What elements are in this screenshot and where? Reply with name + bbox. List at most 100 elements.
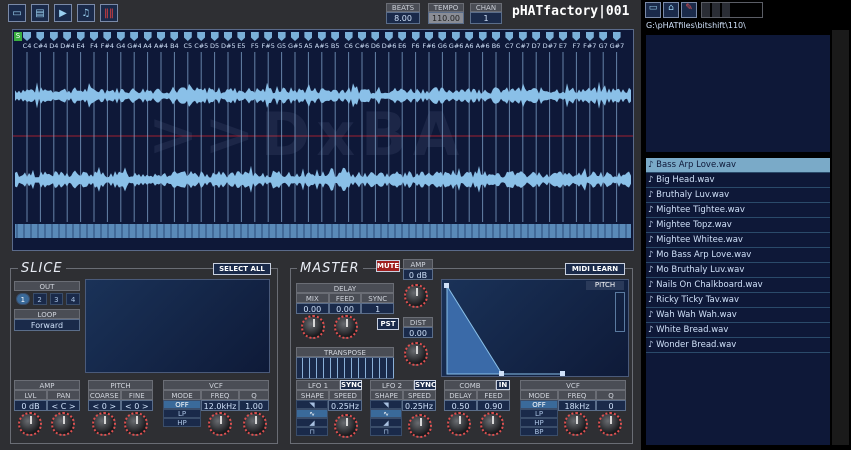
slice-marker[interactable] (451, 32, 460, 41)
master-mode-lp[interactable]: LP (520, 409, 558, 418)
slice-marker[interactable] (411, 32, 420, 41)
master-mode-bp[interactable]: BP (520, 427, 558, 436)
lfo1-shape-ramp[interactable]: ◥ (296, 400, 328, 409)
slice-marker[interactable] (358, 32, 366, 41)
browse-folder-button[interactable]: ▭ (645, 2, 661, 18)
lfo2-shape-ramp[interactable]: ◥ (370, 400, 402, 409)
out-option-4[interactable]: 4 (66, 293, 80, 305)
slice-marker[interactable] (36, 32, 45, 41)
chan-display[interactable]: CHAN 1 (470, 3, 502, 25)
slice-marker[interactable] (465, 32, 474, 41)
file-item[interactable]: ♪ White Bread.wav (646, 323, 830, 338)
slice-marker[interactable] (170, 32, 179, 41)
lfo1-shape-sine[interactable]: ∿ (296, 409, 328, 418)
midi-export-button[interactable]: ♫ (77, 4, 95, 22)
file-item[interactable]: ♪ Mightee Tightee.wav (646, 203, 830, 218)
slice-marker[interactable] (23, 32, 31, 41)
folder-list[interactable] (646, 35, 830, 152)
slice-marker[interactable] (143, 32, 152, 41)
tempo-value[interactable]: 110.00 (428, 12, 464, 24)
slice-marker[interactable] (277, 32, 286, 41)
chan-value[interactable]: 1 (470, 12, 502, 24)
slice-marker[interactable] (478, 32, 487, 41)
slice-marker[interactable] (559, 32, 567, 41)
lfo1-speed-knob[interactable] (334, 414, 358, 438)
comb-in-button[interactable]: IN (496, 380, 510, 390)
slice-marker[interactable] (224, 32, 232, 41)
lfo1-shape-saw[interactable]: ◢ (296, 418, 328, 427)
lfo2-sync-button[interactable]: SYNC (414, 380, 436, 390)
slice-marker[interactable] (210, 32, 219, 41)
current-path[interactable]: G:\pHATfiles\bitshift\110\ (646, 21, 830, 30)
slice-marker[interactable] (505, 32, 514, 41)
slice-marker[interactable] (291, 32, 299, 41)
lfo2-speed-knob[interactable] (408, 414, 432, 438)
beats-display[interactable]: BEATS 8.00 (386, 3, 420, 25)
save-button[interactable]: ▤ (31, 4, 49, 22)
file-item[interactable]: ♪ Big Head.wav (646, 173, 830, 188)
lfo2-shape-square[interactable]: ⊓ (370, 427, 402, 436)
slice-mode-off[interactable]: OFF (163, 400, 201, 409)
delay-feed-knob[interactable] (334, 315, 358, 339)
slice-marker[interactable] (425, 32, 433, 41)
volume-meter[interactable] (701, 2, 763, 18)
lfo2-shape-saw[interactable]: ◢ (370, 418, 402, 427)
slice-marker[interactable] (331, 32, 340, 41)
tempo-display[interactable]: TEMPO 110.00 (428, 3, 464, 25)
lfo2-shape-sine[interactable]: ∿ (370, 409, 402, 418)
file-item[interactable]: ♪ Bass Arp Love.wav (646, 158, 830, 173)
pitch-envelope-display[interactable]: PITCH (441, 279, 629, 377)
beats-value[interactable]: 8.00 (386, 12, 420, 24)
slice-marker[interactable] (76, 32, 85, 41)
slice-marker[interactable] (90, 32, 98, 41)
coarse-knob[interactable] (92, 412, 116, 436)
slice-envelope-display[interactable] (85, 279, 270, 373)
dist-knob[interactable] (404, 342, 428, 366)
pitch-envelope-curve[interactable] (442, 280, 628, 376)
slice-marker[interactable] (237, 32, 246, 41)
slice-marker[interactable] (545, 32, 554, 41)
mute-button[interactable]: MUTE (376, 260, 400, 272)
file-item[interactable]: ♪ Ricky Ticky Tav.wav (646, 293, 830, 308)
comb-delay-knob[interactable] (447, 412, 471, 436)
slice-marker[interactable] (197, 32, 206, 41)
out-option-3[interactable]: 3 (49, 293, 64, 305)
slice-marker[interactable] (317, 32, 326, 41)
slice-marker[interactable] (384, 32, 393, 41)
pan-knob[interactable] (51, 412, 75, 436)
slice-marker[interactable] (63, 32, 72, 41)
slice-q-knob[interactable] (243, 412, 267, 436)
home-button[interactable]: ⌂ (663, 2, 679, 18)
start-marker[interactable]: S (14, 32, 22, 41)
master-amp-knob[interactable] (404, 284, 428, 308)
slice-marker[interactable] (572, 32, 581, 41)
slice-marker[interactable] (599, 32, 608, 41)
slice-marker[interactable] (264, 32, 273, 41)
file-item[interactable]: ♪ Mo Bruthaly Luv.wav (646, 263, 830, 278)
master-freq-knob[interactable] (564, 412, 588, 436)
master-mode-hp[interactable]: HP (520, 418, 558, 427)
file-item[interactable]: ♪ Mightee Topz.wav (646, 218, 830, 233)
slice-marker[interactable] (157, 32, 165, 41)
master-mode-off[interactable]: OFF (520, 400, 558, 409)
waveform-display[interactable]: S C4 C#4 D4 D#4 E4 F4 F#4 G4 G#4 A4 A#4 B4 C5 C#5 D5 D#… (12, 29, 634, 251)
file-item[interactable]: ♪ Bruthaly Luv.wav (646, 188, 830, 203)
mixer-button[interactable]: ‖‖ (100, 4, 118, 22)
out-option-2[interactable]: 2 (32, 293, 47, 305)
file-list[interactable]: ♪ Bass Arp Love.wav ♪ Big Head.wav ♪ Bruth… (646, 158, 830, 445)
file-item[interactable]: ♪ Wonder Bread.wav (646, 338, 830, 353)
slice-marker[interactable] (304, 32, 313, 41)
slice-marker[interactable] (532, 32, 541, 41)
slice-marker[interactable] (398, 32, 407, 41)
comb-feed-knob[interactable] (480, 412, 504, 436)
file-item[interactable]: ♪ Mo Bass Arp Love.wav (646, 248, 830, 263)
slice-mode-lp[interactable]: LP (163, 409, 201, 418)
slice-marker[interactable] (371, 32, 380, 41)
file-item[interactable]: ♪ Nails On Chalkboard.wav (646, 278, 830, 293)
file-item[interactable]: ♪ Mightee Whitee.wav (646, 233, 830, 248)
slice-marker[interactable] (492, 32, 500, 41)
slice-freq-knob[interactable] (208, 412, 232, 436)
master-q-knob[interactable] (598, 412, 622, 436)
slice-marker[interactable] (103, 32, 112, 41)
play-button[interactable]: ▶ (54, 4, 72, 22)
